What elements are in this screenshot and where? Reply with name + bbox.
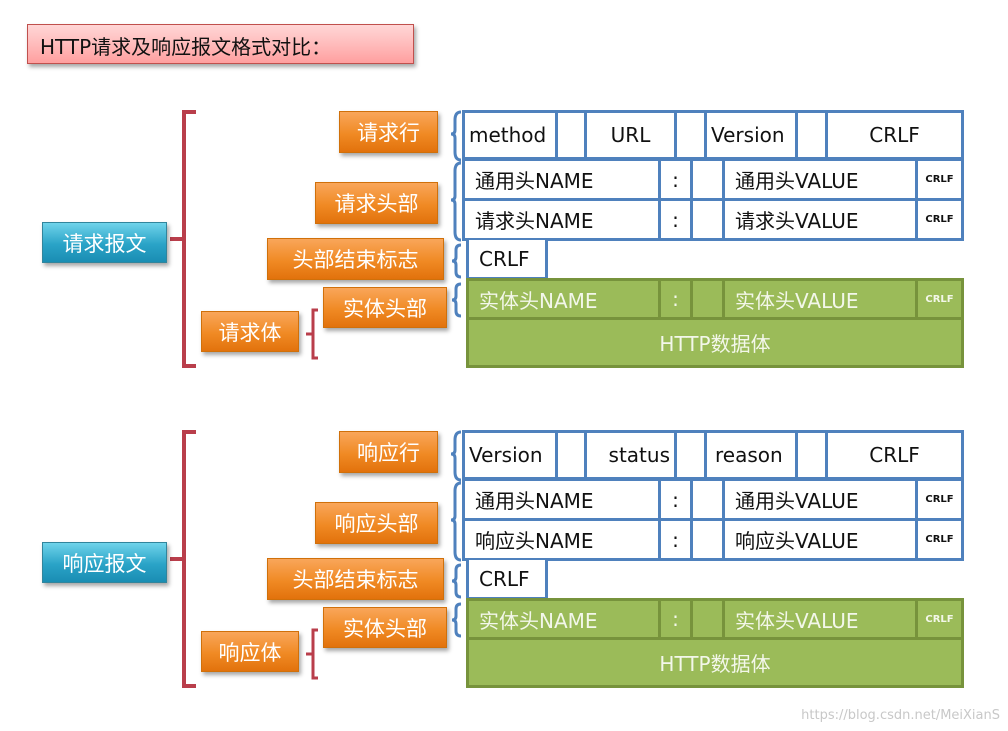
watermark: https://blog.csdn.net/MeiXianS bbox=[801, 708, 1000, 723]
request-end-brace bbox=[451, 243, 462, 279]
response-line-spacer bbox=[555, 430, 587, 480]
response-line-brace bbox=[450, 430, 462, 482]
request-bracket bbox=[170, 110, 196, 368]
entity-name-cell: 实体头NAME bbox=[466, 598, 661, 640]
response-end-brace bbox=[451, 563, 462, 599]
entity-name-cell: 实体头NAME bbox=[466, 278, 661, 320]
response-headers-brace bbox=[450, 481, 462, 562]
request-line-cell: CRLF bbox=[825, 110, 964, 160]
request-line-brace bbox=[450, 110, 462, 162]
header-value-cell: 通用头VALUE bbox=[722, 158, 918, 201]
request-body-label: 请求体 bbox=[201, 311, 299, 352]
header-crlf-cell: CRLF bbox=[915, 198, 964, 241]
request-line-spacer bbox=[555, 110, 587, 160]
header-crlf-cell: CRLF bbox=[915, 478, 964, 521]
header-colon-cell: : bbox=[658, 478, 693, 521]
response-entity-header-label: 实体头部 bbox=[323, 607, 447, 648]
request-line-cell: URL bbox=[584, 110, 677, 160]
header-crlf-cell: CRLF bbox=[915, 158, 964, 201]
response-line-cell: CRLF bbox=[825, 430, 964, 480]
request-entity-brace bbox=[451, 282, 462, 318]
response-body-label: 响应体 bbox=[201, 631, 299, 672]
response-line-cell: reason bbox=[704, 430, 798, 480]
response-bracket bbox=[170, 430, 196, 688]
response-line-cell: Version bbox=[462, 430, 558, 480]
header-spacer-cell bbox=[690, 478, 725, 521]
header-colon-cell: : bbox=[658, 518, 693, 561]
request-line-spacer bbox=[795, 110, 828, 160]
request-line-cell: method bbox=[462, 110, 558, 160]
entity-spacer-cell bbox=[690, 598, 725, 640]
header-end-crlf-cell: CRLF bbox=[466, 240, 548, 280]
entity-value-cell: 实体头VALUE bbox=[722, 278, 918, 320]
page-title: HTTP请求及响应报文格式对比： bbox=[27, 24, 414, 64]
header-value-cell: 响应头VALUE bbox=[722, 518, 918, 561]
header-end-crlf-cell: CRLF bbox=[466, 560, 548, 600]
entity-colon-cell: : bbox=[658, 598, 693, 640]
header-colon-cell: : bbox=[658, 158, 693, 201]
header-name-cell: 响应头NAME bbox=[462, 518, 661, 561]
http-data-body: HTTP数据体 bbox=[466, 637, 964, 688]
request-line-spacer bbox=[674, 110, 707, 160]
entity-value-cell: 实体头VALUE bbox=[722, 598, 918, 640]
request-headers-brace bbox=[450, 161, 462, 242]
response-header-end-label: 头部结束标志 bbox=[267, 558, 444, 600]
request-headers-label: 请求头部 bbox=[315, 182, 438, 224]
entity-spacer-cell bbox=[690, 278, 725, 320]
entity-colon-cell: : bbox=[658, 278, 693, 320]
request-entity-header-label: 实体头部 bbox=[323, 287, 447, 328]
header-colon-cell: : bbox=[658, 198, 693, 241]
http-data-body: HTTP数据体 bbox=[466, 317, 964, 368]
response-line-label: 响应行 bbox=[339, 431, 438, 473]
request-message-label: 请求报文 bbox=[42, 222, 167, 263]
header-spacer-cell bbox=[690, 198, 725, 241]
header-name-cell: 请求头NAME bbox=[462, 198, 661, 241]
header-value-cell: 通用头VALUE bbox=[722, 478, 918, 521]
header-crlf-cell: CRLF bbox=[915, 518, 964, 561]
entity-crlf-cell: CRLF bbox=[915, 598, 964, 640]
request-line-cell: Version bbox=[704, 110, 798, 160]
response-entity-brace bbox=[451, 602, 462, 638]
header-name-cell: 通用头NAME bbox=[462, 478, 661, 521]
response-headers-label: 响应头部 bbox=[315, 502, 438, 544]
header-spacer-cell bbox=[690, 158, 725, 201]
header-value-cell: 请求头VALUE bbox=[722, 198, 918, 241]
request-line-label: 请求行 bbox=[339, 111, 438, 153]
response-message-label: 响应报文 bbox=[42, 542, 167, 583]
response-line-cell: status bbox=[584, 430, 677, 480]
response-line-spacer bbox=[674, 430, 707, 480]
response-line-spacer bbox=[795, 430, 828, 480]
response-body-bracket bbox=[306, 628, 318, 680]
entity-crlf-cell: CRLF bbox=[915, 278, 964, 320]
request-header-end-label: 头部结束标志 bbox=[267, 238, 444, 280]
header-name-cell: 通用头NAME bbox=[462, 158, 661, 201]
header-spacer-cell bbox=[690, 518, 725, 561]
request-body-bracket bbox=[306, 308, 318, 360]
